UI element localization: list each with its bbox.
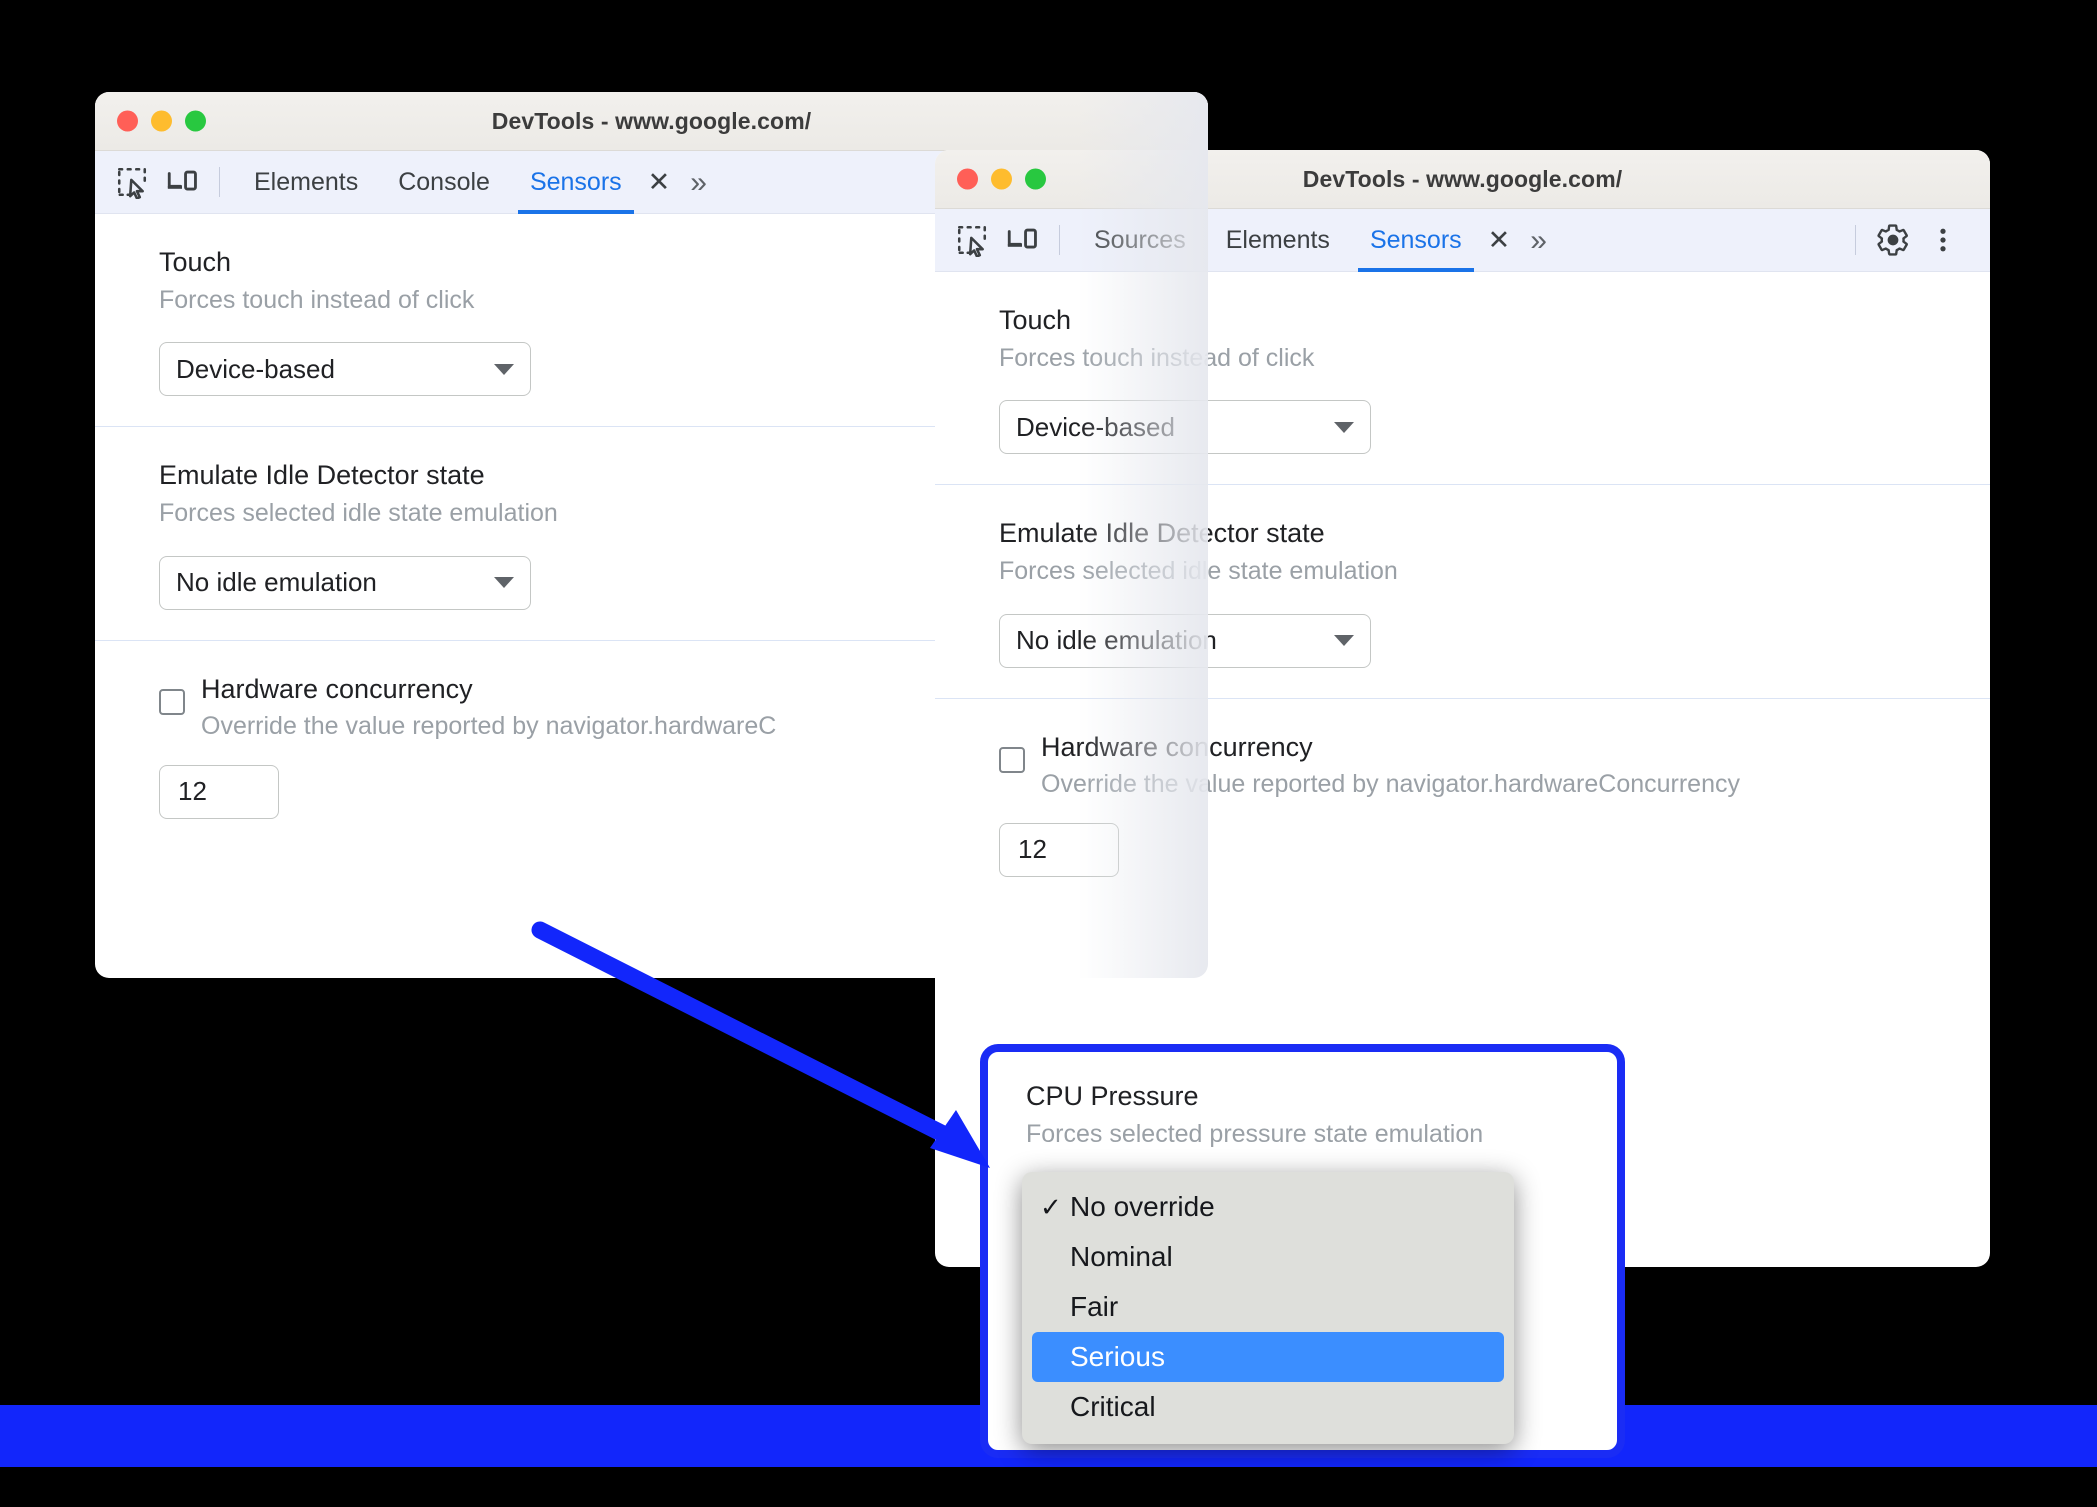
inspect-element-icon[interactable] [949,217,995,263]
touch-select[interactable]: Device-based [159,342,531,397]
section-hardware-concurrency: Hardware concurrency Override the value … [935,699,1990,907]
chevron-down-icon [1334,635,1354,646]
chevron-down-icon [494,363,514,375]
tab-elements[interactable]: Elements [234,151,378,214]
section-cpu-pressure-title: CPU Pressure [1026,1081,1199,1111]
menu-option-serious[interactable]: Serious [1032,1332,1504,1382]
hardware-concurrency-checkbox[interactable] [159,688,185,715]
idle-select-value: No idle emulation [1016,625,1217,655]
window-two-titlebar[interactable]: DevTools - www.google.com/ [935,150,1990,209]
toolbar-divider [1059,225,1060,255]
section-touch-title: Touch [999,305,1072,335]
chevron-down-icon [494,577,514,588]
more-tabs-icon[interactable]: » [1516,209,1561,272]
tab-elements[interactable]: Elements [1206,209,1350,272]
cpu-pressure-dropdown-menu[interactable]: ✓ No override Nominal Fair Serious Criti… [1022,1172,1514,1444]
hardware-concurrency-value: 12 [1018,834,1047,865]
menu-option-label: Critical [1070,1391,1156,1422]
device-toolbar-icon[interactable] [159,159,205,205]
tab-sensors[interactable]: Sensors [1350,209,1482,272]
touch-select-value: Device-based [1016,411,1175,442]
hardware-concurrency-input[interactable]: 12 [999,822,1119,877]
section-touch-subtitle: Forces touch instead of click [999,343,1315,372]
close-tab-icon[interactable]: ✕ [1482,209,1517,272]
window-two-sensors-panel: Touch Forces touch instead of click Devi… [935,272,1990,907]
section-hardware-subtitle: Override the value reported by navigator… [1041,770,1740,799]
tab-console[interactable]: Console [378,151,510,214]
menu-option-nominal[interactable]: Nominal [1022,1232,1514,1282]
close-window-button[interactable] [957,168,978,190]
maximize-window-button[interactable] [185,110,206,132]
device-toolbar-icon[interactable] [999,217,1045,263]
section-idle-detector: Emulate Idle Detector state Forces selec… [935,485,1990,699]
section-hardware-title: Hardware concurrency [201,673,473,704]
section-idle-title: Emulate Idle Detector state [999,518,1325,549]
window-one-traffic-lights[interactable] [117,110,206,132]
touch-select-value: Device-based [176,353,335,384]
close-window-button[interactable] [117,110,138,132]
window-two-title: DevTools - www.google.com/ [1302,165,1623,192]
idle-select-value: No idle emulation [176,567,377,597]
window-one-title: DevTools - www.google.com/ [491,107,812,134]
tab-sensors[interactable]: Sensors [510,151,642,214]
section-cpu-pressure-subtitle: Forces selected pressure state emulation [1026,1119,1484,1148]
hardware-concurrency-checkbox[interactable] [999,746,1025,773]
window-two-toolbar[interactable]: Sources Elements Sensors ✕ » [935,209,1990,272]
menu-option-label: Nominal [1070,1241,1173,1272]
idle-select[interactable]: No idle emulation [159,555,531,610]
section-cpu-pressure: CPU Pressure Forces selected pressure st… [988,1052,1617,1150]
menu-option-label: No override [1070,1191,1215,1222]
menu-option-label: Serious [1070,1341,1165,1372]
inspect-element-icon[interactable] [109,159,155,205]
section-hardware-subtitle: Override the value reported by navigator… [201,712,777,741]
minimize-window-button[interactable] [151,110,172,132]
touch-select[interactable]: Device-based [999,400,1371,455]
window-one-titlebar[interactable]: DevTools - www.google.com/ [95,92,1208,151]
menu-option-no-override[interactable]: ✓ No override [1022,1182,1514,1232]
menu-option-fair[interactable]: Fair [1022,1282,1514,1332]
minimize-window-button[interactable] [991,168,1012,190]
check-icon: ✓ [1040,1191,1062,1222]
tab-sources[interactable]: Sources [1074,209,1206,272]
toolbar-divider [1855,225,1856,255]
window-two-traffic-lights[interactable] [957,168,1046,190]
kebab-menu-icon[interactable] [1920,217,1966,263]
menu-option-label: Fair [1070,1291,1119,1322]
section-touch: Touch Forces touch instead of click Devi… [935,272,1990,486]
close-tab-icon[interactable]: ✕ [642,151,677,214]
toolbar-divider [219,167,220,197]
idle-select[interactable]: No idle emulation [999,613,1371,668]
more-tabs-icon[interactable]: » [676,151,721,214]
section-idle-subtitle: Forces selected idle state emulation [999,557,1398,585]
hardware-concurrency-input[interactable]: 12 [159,764,279,819]
hardware-concurrency-value: 12 [178,776,207,807]
chevron-down-icon [1334,421,1354,433]
section-hardware-title: Hardware concurrency [1041,731,1313,762]
menu-option-critical[interactable]: Critical [1022,1382,1514,1432]
maximize-window-button[interactable] [1025,168,1046,190]
gear-icon[interactable] [1870,217,1916,263]
